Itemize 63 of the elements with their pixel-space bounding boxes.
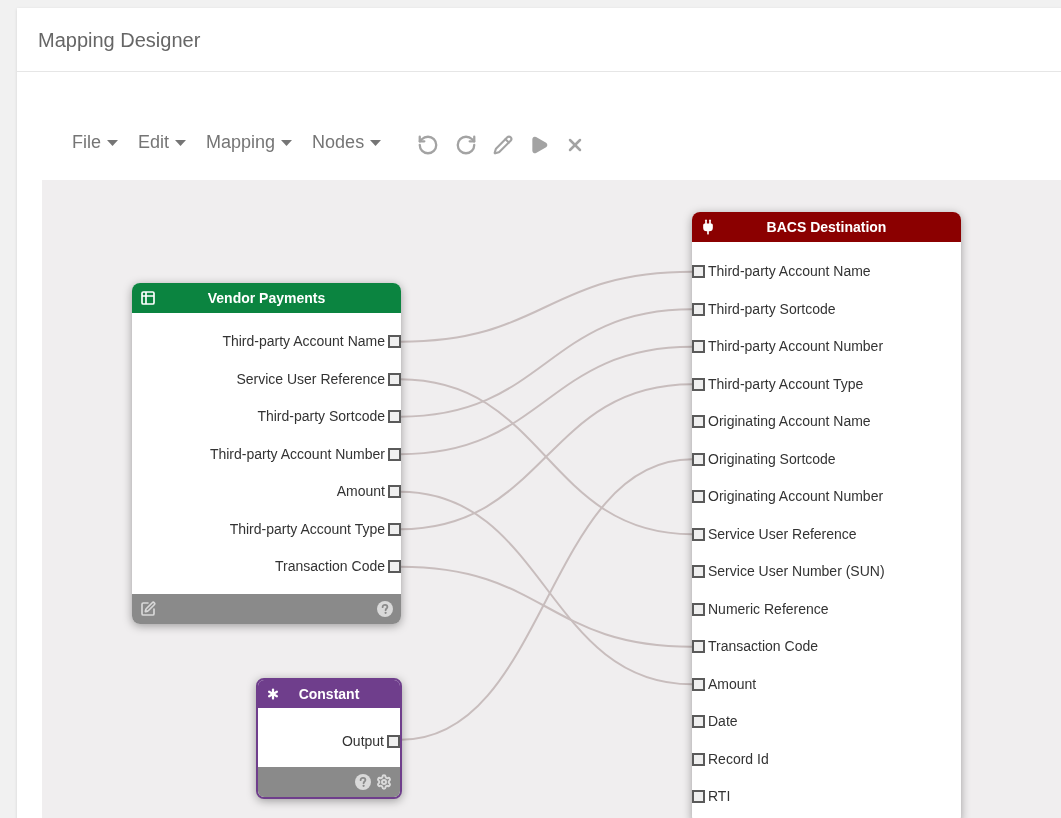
panel-title: Mapping Designer bbox=[38, 27, 201, 53]
menu-dropdown[interactable]: Mapping bbox=[206, 129, 293, 156]
field-label: Amount bbox=[708, 674, 757, 694]
field-label: Transaction Code bbox=[708, 637, 818, 657]
field-label: Third-party Sortcode bbox=[257, 407, 385, 427]
mapping-node[interactable]: Vendor Payments Third-party Account Name Service User Reference Third-party Sortcode Third-party Account Number Amount Third-party Account Type Transaction Code bbox=[132, 283, 401, 624]
field-label: Originating Account Name bbox=[708, 412, 871, 432]
field-label: Originating Sortcode bbox=[708, 449, 836, 469]
field-label: Service User Number (SUN) bbox=[708, 562, 885, 582]
port-handle[interactable] bbox=[692, 640, 705, 654]
node-title: Vendor Payments bbox=[207, 288, 326, 308]
menu-dropdown[interactable]: File bbox=[72, 129, 118, 156]
port-handle[interactable] bbox=[692, 715, 705, 729]
port-handle[interactable] bbox=[692, 677, 705, 691]
mapping-node[interactable] bbox=[692, 212, 961, 818]
field-label: Third-party Account Number bbox=[209, 444, 385, 464]
port-handle[interactable] bbox=[692, 302, 705, 316]
port-handle[interactable] bbox=[692, 602, 705, 616]
port-handle[interactable] bbox=[692, 790, 705, 804]
port-handle[interactable] bbox=[388, 410, 401, 424]
port-handle[interactable] bbox=[388, 372, 401, 386]
field-label: Transaction Code bbox=[275, 557, 385, 577]
field-label: Third-party Account Name bbox=[708, 262, 871, 282]
port-handle[interactable] bbox=[692, 265, 705, 279]
caret-icon bbox=[175, 139, 187, 146]
field-label: Third-party Account Number bbox=[708, 337, 884, 357]
caret-icon bbox=[281, 139, 293, 146]
port-handle[interactable] bbox=[692, 565, 705, 579]
field-label: Numeric Reference bbox=[708, 599, 829, 619]
field-label: Date bbox=[708, 712, 738, 732]
caret-icon bbox=[370, 139, 382, 146]
field-label: Third-party Account Name bbox=[222, 332, 385, 352]
port-handle[interactable] bbox=[388, 522, 401, 536]
field-label: Service User Reference bbox=[708, 524, 857, 544]
field-label: Output bbox=[341, 732, 384, 752]
field-label: Amount bbox=[336, 482, 385, 502]
field-label: Originating Account Number bbox=[708, 487, 884, 507]
mapping-node[interactable]: Constant Output bbox=[256, 678, 402, 799]
table-icon bbox=[140, 290, 156, 306]
port-handle[interactable] bbox=[387, 735, 400, 749]
field-label: RTI bbox=[708, 787, 731, 807]
port-handle[interactable] bbox=[692, 377, 705, 391]
port-handle[interactable] bbox=[692, 490, 705, 504]
node-title: Constant bbox=[298, 684, 360, 704]
port-handle[interactable] bbox=[388, 447, 401, 461]
menu-dropdown[interactable]: Nodes bbox=[312, 129, 382, 156]
port-handle[interactable] bbox=[388, 485, 401, 499]
field-label: Record Id bbox=[708, 749, 769, 769]
port-handle[interactable] bbox=[692, 752, 705, 766]
menu-dropdown[interactable]: Edit bbox=[138, 129, 187, 156]
port-handle[interactable] bbox=[692, 340, 705, 354]
field-label: Third-party Account Type bbox=[708, 374, 864, 394]
port-handle[interactable] bbox=[388, 560, 401, 574]
caret-icon bbox=[107, 139, 118, 146]
field-label: Service User Reference bbox=[236, 369, 385, 389]
node-title: BACS Destination bbox=[766, 217, 887, 237]
plug-icon bbox=[700, 219, 716, 235]
port-handle[interactable] bbox=[692, 415, 705, 429]
field-label: Third-party Sortcode bbox=[708, 299, 836, 319]
port-handle[interactable] bbox=[388, 335, 401, 349]
field-label: Third-party Account Type bbox=[229, 519, 385, 539]
port-handle[interactable] bbox=[692, 527, 705, 541]
port-handle[interactable] bbox=[692, 452, 705, 466]
